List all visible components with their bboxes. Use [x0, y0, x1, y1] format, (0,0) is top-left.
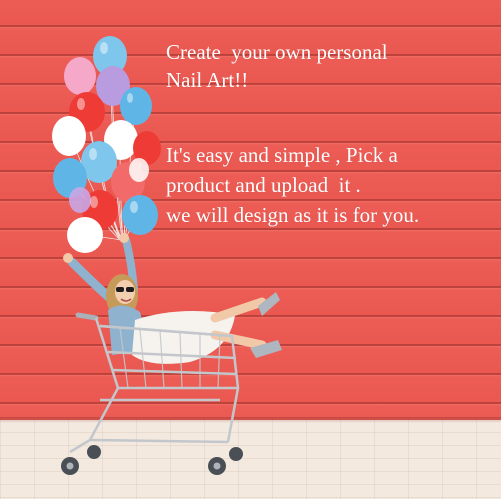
headline-line-2: Nail Art!! — [166, 68, 249, 92]
body-line-2: product and upload it . — [166, 173, 361, 197]
cart-wheels — [61, 445, 243, 475]
balloon-icon — [120, 87, 152, 125]
balloon-icon — [64, 57, 96, 95]
balloon-cluster — [52, 36, 161, 253]
balloon-icon — [129, 158, 149, 182]
banner-headline: Create your own personal Nail Art!! — [166, 38, 496, 94]
banner-body-text: It's easy and simple , Pick a product an… — [166, 140, 500, 230]
nail-art-banner: Create your own personal Nail Art!! It's… — [0, 0, 501, 499]
body-line-1: It's easy and simple , Pick a — [166, 143, 398, 167]
balloon-icon — [122, 195, 158, 235]
balloon-icon — [69, 187, 91, 213]
balloon-icon — [67, 217, 103, 253]
woman-figure — [63, 233, 282, 364]
body-line-3: we will design as it is for you. — [166, 203, 420, 227]
balloon-icon — [52, 116, 86, 156]
headline-line-1: Create your own personal — [166, 40, 388, 64]
